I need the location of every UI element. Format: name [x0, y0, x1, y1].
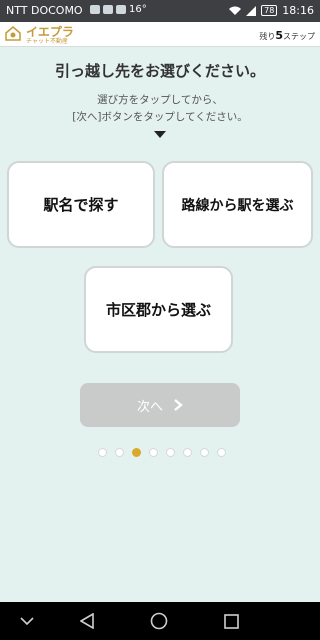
chevron-down-icon[interactable]: [16, 610, 38, 632]
steps-prefix: 残り: [259, 32, 276, 41]
remaining-steps: 残り5ステップ: [259, 29, 315, 42]
notification-icons: 16°: [90, 4, 147, 15]
battery-icon: 78: [261, 5, 278, 16]
pagination-dot: [149, 448, 158, 457]
pagination-dot: [166, 448, 175, 457]
page-title: 引っ越し先をお選びください。: [54, 62, 265, 80]
carrier-label: NTT DOCOMO: [6, 4, 83, 17]
notification-icon: [103, 5, 113, 14]
arrow-down-icon: [154, 131, 166, 138]
steps-count: 5: [275, 29, 283, 42]
station-name-search-button[interactable]: 駅名で探す: [7, 161, 155, 248]
select-by-city-button[interactable]: 市区郡から選ぶ: [84, 266, 233, 353]
pagination-dot: [98, 448, 107, 457]
logo-icon: [5, 26, 21, 41]
signal-icon: [246, 5, 257, 16]
pagination-dot: [217, 448, 226, 457]
notification-icon: [90, 5, 100, 14]
back-triangle-icon[interactable]: [76, 610, 98, 632]
instruction-line-2: [次へ]ボタンをタップしてください。: [72, 111, 248, 123]
select-by-line-button[interactable]: 路線から駅を選ぶ: [162, 161, 313, 248]
home-circle-icon[interactable]: [148, 610, 170, 632]
logo-subtitle: チャット不動産: [26, 38, 68, 45]
pagination-dots: [98, 448, 226, 457]
system-nav-bar: [0, 602, 320, 640]
notification-icon: [116, 5, 126, 14]
next-button[interactable]: 次へ: [80, 383, 240, 427]
app-header: イエプラ チャット不動産 残り5ステップ: [0, 22, 320, 47]
recent-square-icon[interactable]: [220, 610, 242, 632]
pagination-dot-active: [132, 448, 141, 457]
pagination-dot: [115, 448, 124, 457]
instruction-line-1: 選び方をタップしてから、: [97, 94, 223, 106]
clock: 18:16: [282, 4, 314, 17]
chevron-right-icon: [174, 399, 183, 411]
temperature-label: 16°: [129, 4, 147, 15]
pagination-dot: [200, 448, 209, 457]
instruction-text: 選び方をタップしてから、 [次へ]ボタンをタップしてください。: [0, 92, 320, 126]
status-bar: NTT DOCOMO 16° 78 18:16: [0, 0, 320, 22]
wifi-icon: [229, 6, 242, 15]
pagination-dot: [183, 448, 192, 457]
next-button-label: 次へ: [136, 399, 163, 415]
steps-suffix: ステップ: [283, 32, 315, 41]
status-right: 78 18:16: [229, 4, 314, 17]
